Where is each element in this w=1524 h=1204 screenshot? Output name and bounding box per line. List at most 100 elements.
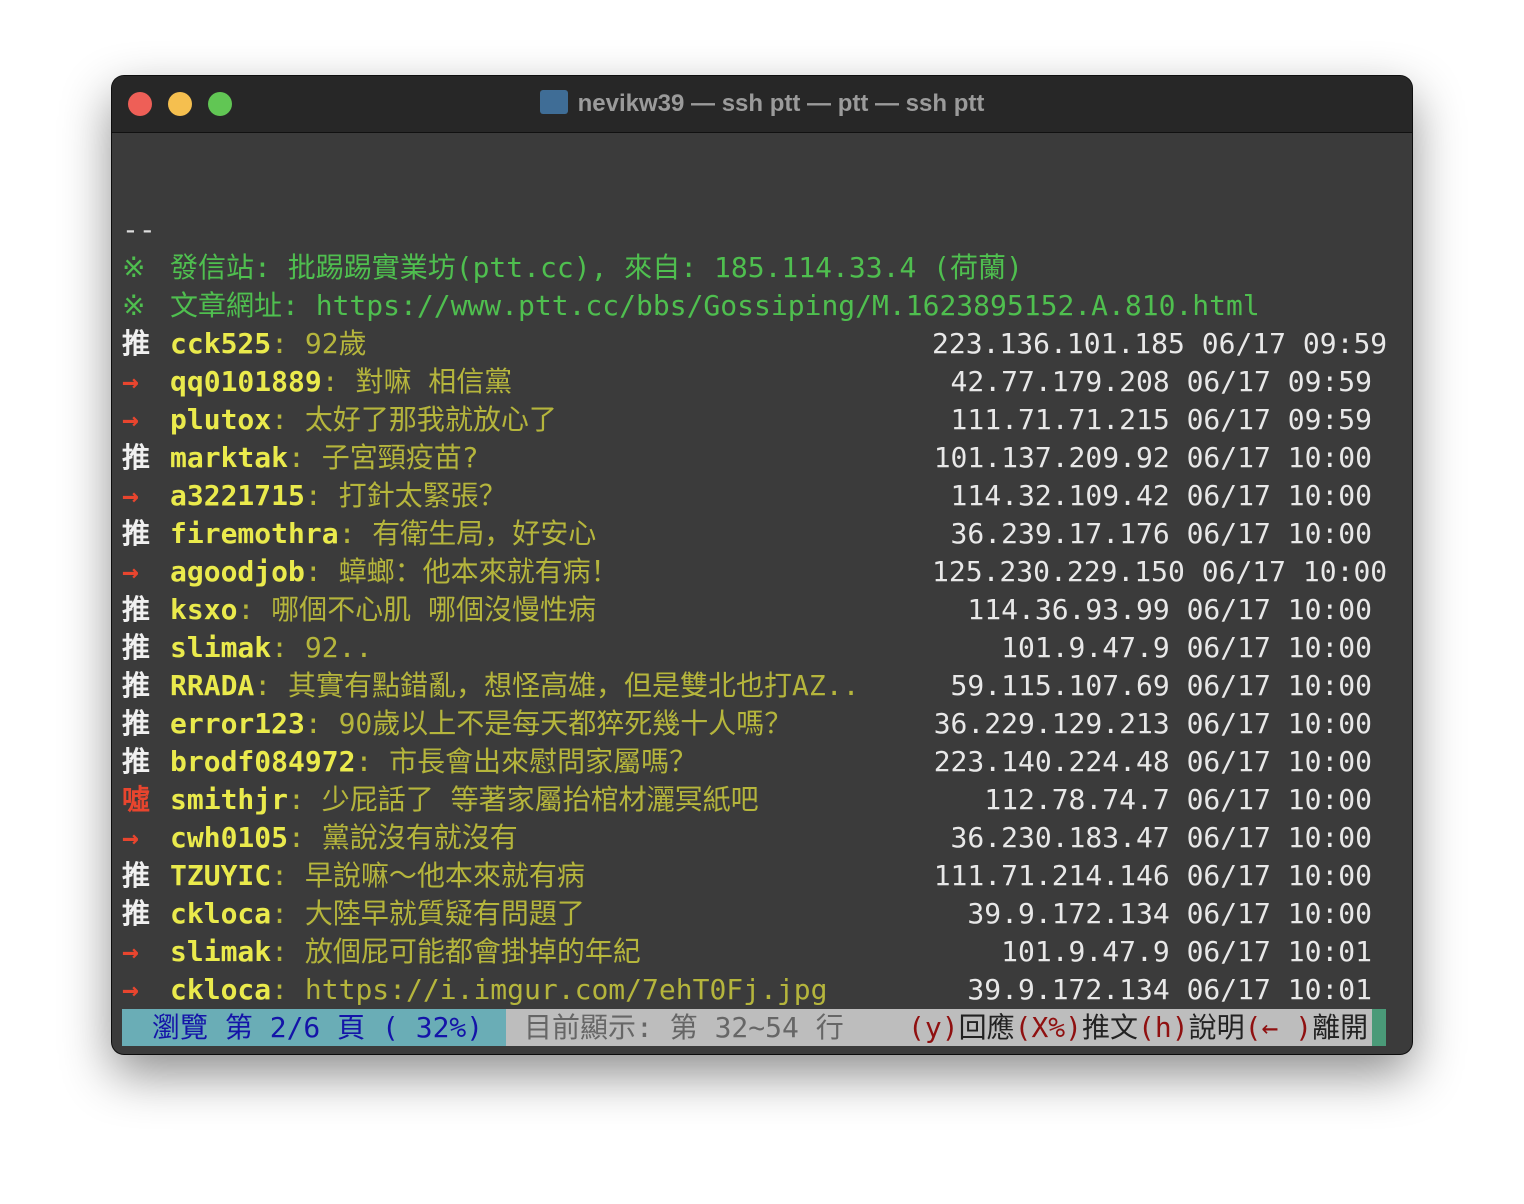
comment-tag: 推 (122, 669, 151, 702)
colon: : (271, 973, 305, 1006)
comment-time: 06/17 09:59 (1186, 403, 1372, 436)
comment-meta: 36.239.17.176 06/17 10:00 (932, 515, 1402, 553)
comment-ip: 114.32.109.42 (950, 479, 1170, 512)
comment-meta: 39.9.172.134 06/17 10:01 (932, 971, 1402, 1009)
comment-meta: 36.229.129.213 06/17 10:00 (932, 705, 1402, 743)
colon: : (355, 745, 390, 778)
comment-row: 推 ksxo: 哪個不心肌 哪個沒慢性病 114.36.93.99 06/17 10… (122, 591, 1402, 629)
comment-tag: 推 (122, 441, 151, 474)
comment-time: 06/17 10:00 (1186, 669, 1372, 702)
comment-time: 06/17 09:59 (1201, 327, 1388, 360)
key-hint[interactable]: (← ) (1245, 1011, 1312, 1044)
comment-text: 其實有點錯亂，想怪高雄，但是雙北也打AZ.. (288, 669, 860, 702)
comment-tag: → (122, 479, 139, 512)
comment-text: 少屁話了 等著家屬抬棺材灑冥紙吧 (321, 783, 759, 816)
terminal-content: -- ※ 發信站: 批踢踢實業坊(ptt.cc), 來自: 185.114.33.… (122, 211, 1402, 1009)
comment-ip: 39.9.172.134 (967, 897, 1170, 930)
comment-time: 06/17 09:59 (1186, 365, 1372, 398)
info-line: ※ 文章網址: https://www.ptt.cc/bbs/Gossiping/… (122, 287, 1402, 325)
comment-tag: 噓 (122, 783, 151, 816)
comment-text: 哪個不心肌 哪個沒慢性病 (271, 593, 597, 626)
comment-tag: 推 (122, 859, 151, 892)
comment-user: plutox (170, 403, 272, 436)
comment-tag: 推 (122, 517, 151, 550)
comment-time: 06/17 10:00 (1186, 859, 1372, 892)
comment-row: 推 marktak: 子宮頸疫苗? 101.137.209.92 06/17 10:… (122, 439, 1402, 477)
comment-tag: → (122, 973, 139, 1006)
comment-text: 子宮頸疫苗? (321, 441, 479, 474)
comment-row: 推 TZUYIC: 早說嘛～他本來就有病 111.71.214.146 06/17 … (122, 857, 1402, 895)
colon: : (271, 897, 305, 930)
comment-row: 推 RRADA: 其實有點錯亂，想怪高雄，但是雙北也打AZ.. 59.115.107… (122, 667, 1402, 705)
comment-text: 黨說沒有就沒有 (321, 821, 518, 854)
comment-user: TZUYIC (170, 859, 272, 892)
colon: : (321, 365, 356, 398)
comment-user: ckloca (170, 973, 272, 1006)
comment-user: brodf084972 (170, 745, 356, 778)
comment-time: 06/17 10:00 (1186, 821, 1372, 854)
comment-text: 92.. (304, 631, 373, 664)
page-indicator: 瀏覽 第 2/6 頁 ( 32%) (122, 1009, 506, 1046)
info-line: ※ 發信站: 批踢踢實業坊(ptt.cc), 來自: 185.114.33.4 (… (122, 249, 1402, 287)
colon: : (271, 403, 305, 436)
comment-meta: 223.136.101.185 06/17 09:59 (932, 325, 1402, 363)
comment-text: 有衛生局，好安心 (372, 517, 597, 550)
comment-time: 06/17 10:00 (1186, 745, 1372, 778)
comment-tag: 推 (122, 593, 151, 626)
window-title: nevikw39 — ssh ptt — ptt — ssh ptt (112, 90, 1412, 118)
status-end (1372, 1009, 1386, 1046)
comment-text: 市長會出來慰問家屬嗎？ (389, 745, 698, 778)
comment-text: 早說嘛～他本來就有病 (304, 859, 585, 892)
comment-tag: → (122, 403, 139, 436)
comment-tag: → (122, 365, 139, 398)
comment-user: slimak (170, 631, 272, 664)
colon: : (304, 555, 339, 588)
key-hint[interactable]: (h) (1138, 1011, 1189, 1044)
comment-tag: 推 (122, 707, 151, 740)
comment-ip: 36.239.17.176 (950, 517, 1170, 550)
comment-text: 放個屁可能都會掛掉的年紀 (304, 935, 641, 968)
comment-tag: 推 (122, 745, 151, 778)
comment-user: ksxo (170, 593, 238, 626)
comment-time: 06/17 10:00 (1186, 479, 1372, 512)
comment-row: → ckloca: https://i.imgur.com/7ehT0Fj.jpg… (122, 971, 1402, 1009)
comment-row: 推 firemothra: 有衛生局，好安心 36.239.17.176 06/17… (122, 515, 1402, 553)
comment-user: error123 (170, 707, 305, 740)
comment-user: firemothra (170, 517, 339, 550)
comment-tag: 推 (122, 327, 151, 360)
colon: : (271, 859, 305, 892)
comment-time: 06/17 10:00 (1186, 441, 1372, 474)
comment-ip: 112.78.74.7 (984, 783, 1170, 816)
comment-text: 太好了那我就放心了 (304, 403, 557, 436)
comment-user: qq0101889 (170, 365, 322, 398)
separator: -- (122, 213, 156, 246)
comment-time: 06/17 10:01 (1186, 973, 1372, 1006)
colon: : (304, 707, 339, 740)
comment-user: cck525 (170, 327, 272, 360)
comment-ip: 39.9.172.134 (967, 973, 1170, 1006)
key-hint[interactable]: (y) (908, 1011, 959, 1044)
colon: : (288, 441, 322, 474)
colon: : (271, 631, 305, 664)
comment-ip: 101.137.209.92 (933, 441, 1170, 474)
title-bar: nevikw39 — ssh ptt — ptt — ssh ptt (112, 76, 1412, 133)
comment-ip: 125.230.229.150 (932, 555, 1185, 588)
key-hint[interactable]: (X%) (1015, 1011, 1082, 1044)
colon: : (254, 669, 289, 702)
comment-time: 06/17 10:00 (1186, 631, 1372, 664)
comment-text: 蟑螂：他本來就有病！ (338, 555, 619, 588)
comment-text: 92歲 (304, 327, 367, 360)
comment-row: 噓 smithjr: 少屁話了 等著家屬抬棺材灑冥紙吧 112.78.74.7 06… (122, 781, 1402, 819)
comment-user: smithjr (170, 783, 289, 816)
comment-user: RRADA (170, 669, 255, 702)
comment-row: → agoodjob: 蟑螂：他本來就有病！ 125.230.229.150 06/… (122, 553, 1402, 591)
comment-tag: → (122, 821, 139, 854)
comment-row: 推 brodf084972: 市長會出來慰問家屬嗎？ 223.140.224.48 … (122, 743, 1402, 781)
terminal-window: nevikw39 — ssh ptt — ptt — ssh ptt -- ※ 發… (112, 76, 1412, 1054)
colon: : (338, 517, 373, 550)
comment-row: → slimak: 放個屁可能都會掛掉的年紀 101.9.47.9 06/17 10… (122, 933, 1402, 971)
comment-meta: 36.230.183.47 06/17 10:00 (932, 819, 1402, 857)
colon: : (288, 821, 322, 854)
status-bar: 瀏覽 第 2/6 頁 ( 32%) 目前顯示: 第 32~54 行 (y)回應(… (122, 1009, 1386, 1046)
folder-icon (539, 90, 568, 114)
